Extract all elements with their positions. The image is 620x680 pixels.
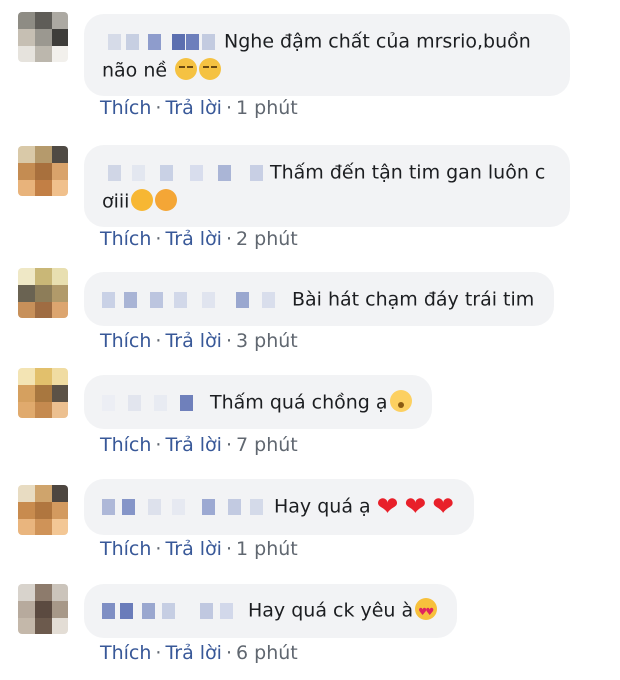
comment-bubble: Nghe đậm chất của mrsrio,buồn não nề <box>84 14 570 96</box>
comment-text: Bài hát chạm đáy trái tim <box>292 288 535 311</box>
comment-bubble: Thấm đến tận tim gan luôn c ơiii <box>84 145 570 227</box>
comment-text: Thấm đến tận tim gan luôn c <box>270 161 546 184</box>
avatar[interactable] <box>18 485 68 535</box>
comment-actions: Thích · Trả lời · 2 phút <box>100 228 298 250</box>
commenter-name-blurred[interactable] <box>102 289 292 311</box>
timestamp[interactable]: 7 phút <box>236 434 298 456</box>
comment-text: Hay quá ck yêu à <box>248 599 414 622</box>
timestamp[interactable]: 3 phút <box>236 330 298 352</box>
comment-bubble: Bài hát chạm đáy trái tim <box>84 272 555 326</box>
avatar[interactable] <box>18 368 68 418</box>
comment-actions: Thích · Trả lời · 6 phút <box>100 642 298 664</box>
comment-text: Hay quá ạ <box>274 495 371 518</box>
reply-link[interactable]: Trả lời <box>165 434 222 456</box>
commenter-name-blurred[interactable] <box>102 392 210 414</box>
like-link[interactable]: Thích <box>100 434 151 456</box>
like-link[interactable]: Thích <box>100 538 151 560</box>
red-heart-icon: ❤ <box>404 492 427 522</box>
comment-text-line2: ơiii <box>102 190 130 212</box>
comment-bubble: Hay quá ck yêu à <box>84 584 458 638</box>
red-heart-icon: ❤ <box>376 492 399 522</box>
heart-eyes-face-icon <box>415 598 438 627</box>
comment-actions: Thích · Trả lời · 7 phút <box>100 434 298 456</box>
red-heart-icon: ❤ <box>432 492 455 522</box>
reply-link[interactable]: Trả lời <box>165 97 222 119</box>
avatar[interactable] <box>18 12 68 62</box>
reply-link[interactable]: Trả lời <box>165 538 222 560</box>
hushed-face-icon <box>389 390 412 412</box>
commenter-name-blurred[interactable] <box>102 600 248 622</box>
comment-actions: Thích · Trả lời · 1 phút <box>100 538 298 560</box>
like-link[interactable]: Thích <box>100 97 151 119</box>
like-link[interactable]: Thích <box>100 330 151 352</box>
commenter-name-blurred[interactable] <box>102 496 274 518</box>
comment-actions: Thích · Trả lời · 1 phút <box>100 97 298 119</box>
like-link[interactable]: Thích <box>100 228 151 250</box>
timestamp[interactable]: 6 phút <box>236 642 298 664</box>
reply-link[interactable]: Trả lời <box>165 642 222 664</box>
comment-actions: Thích · Trả lời · 3 phút <box>100 330 298 352</box>
comment-text: Thấm quá chồng ạ <box>210 391 388 414</box>
comment-text-line2: não nề <box>102 59 168 81</box>
comment-bubble: Thấm quá chồng ạ <box>84 375 432 429</box>
comment-bubble: Hay quá ạ ❤ ❤ ❤ <box>84 479 475 535</box>
timestamp[interactable]: 1 phút <box>236 538 298 560</box>
reply-link[interactable]: Trả lời <box>165 330 222 352</box>
timestamp[interactable]: 1 phút <box>236 97 298 119</box>
comment-text: Nghe đậm chất của mrsrio,buồn <box>224 30 531 53</box>
reply-link[interactable]: Trả lời <box>165 228 222 250</box>
avatar[interactable] <box>18 584 68 634</box>
commenter-name-blurred[interactable] <box>102 162 270 184</box>
timestamp[interactable]: 2 phút <box>236 228 298 250</box>
avatar[interactable] <box>18 146 68 196</box>
pensive-face-icon <box>175 57 198 80</box>
pensive-face-icon <box>199 57 222 80</box>
kissing-heart-face-icon <box>131 188 154 211</box>
avatar[interactable] <box>18 268 68 318</box>
smiling-face-with-hearts-icon <box>155 188 178 211</box>
like-link[interactable]: Thích <box>100 642 151 664</box>
commenter-name-blurred[interactable] <box>102 31 224 53</box>
